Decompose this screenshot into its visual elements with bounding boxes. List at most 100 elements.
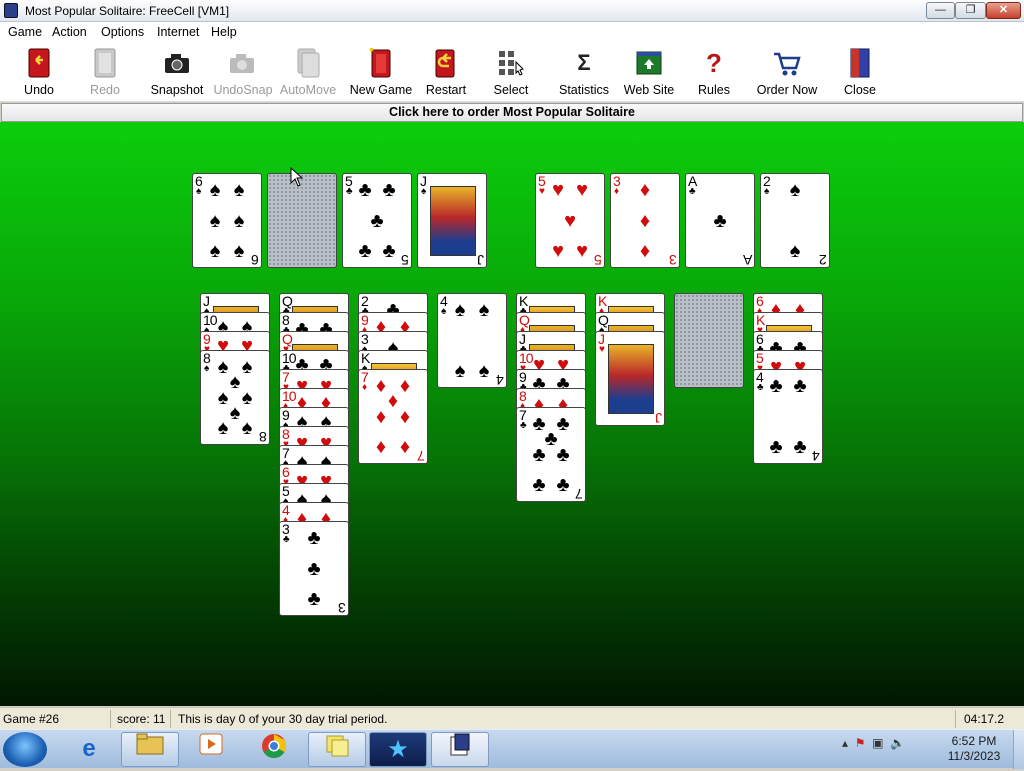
card-suit-icon: ♣	[689, 186, 696, 197]
suit-pip-icon: ♦	[399, 405, 411, 428]
card-rank-bottom: A	[743, 252, 752, 268]
card-suit-icon: ♣	[520, 420, 527, 431]
taskbar: e ★ ▴ ⚑ ▣ 🔈 6:52 PM 11/3/2023	[0, 729, 1024, 769]
free-cell-4[interactable]: J ♠ J	[417, 173, 487, 268]
suit-pip-icon: ♥	[564, 209, 576, 232]
card-rank-bottom: 7	[418, 448, 425, 464]
window-title: Most Popular Solitaire: FreeCell [VM1]	[25, 4, 230, 18]
game-board[interactable]: 6 ♠ ♠ ♠ ♠ ♠ ♠ ♠ 6 5 ♣ ♣ ♣ ♣ ♣ ♣ 5 J ♠ J 5 ♥ ♥ ♥ ♥ ♥ ♥ 5 3 ♦ ♦ ♦ ♦ 3 A ♣ ♣ A 2 ♠…	[0, 122, 1024, 706]
menu-options[interactable]: Options	[101, 25, 144, 39]
suit-pip-icon: ♣	[769, 374, 783, 397]
file-explorer-icon[interactable]	[121, 732, 179, 767]
select-button[interactable]: Select	[476, 46, 546, 100]
tableau-card[interactable]: 7 ♦ ♦ ♦ ♦ ♦ ♦ ♦ ♦ 7	[358, 369, 428, 464]
suit-pip-icon: ♠	[233, 240, 245, 263]
suit-pip-icon: ♣	[556, 443, 570, 466]
menu-internet[interactable]: Internet	[157, 25, 199, 39]
status-bar: Game #26 score: 11 This is day 0 of your…	[0, 707, 1024, 729]
card-rank-bottom: 4	[497, 372, 504, 388]
system-tray[interactable]: ▴ ⚑ ▣ 🔈	[842, 736, 905, 750]
shopping-cart-icon	[771, 48, 803, 80]
solitaire-taskbar-icon[interactable]	[431, 732, 489, 767]
media-player-icon[interactable]	[182, 732, 240, 767]
suit-pip-icon: ♠	[454, 360, 466, 383]
tableau-card[interactable]: 4 ♣ ♣ ♣ ♣ ♣ 4	[753, 369, 823, 464]
order-banner-button[interactable]: Click here to order Most Popular Solitai…	[1, 103, 1023, 122]
suit-pip-icon: ♠	[478, 360, 490, 383]
free-cell-2[interactable]	[267, 173, 337, 268]
tableau-card[interactable]: J ♥ J	[595, 331, 665, 426]
card-rank-bottom: 3	[670, 252, 677, 268]
suit-pip-icon: ♠	[209, 178, 221, 201]
close-button[interactable]: Close	[825, 46, 895, 100]
card-suit-icon: ♠	[441, 306, 447, 317]
suit-pip-icon: ♥	[552, 240, 564, 263]
suit-pip-icon: ♠	[217, 417, 229, 440]
foundation-1[interactable]: 5 ♥ ♥ ♥ ♥ ♥ ♥ 5	[535, 173, 605, 268]
undo-icon	[23, 48, 55, 80]
star-game-icon[interactable]: ★	[369, 732, 427, 767]
clock[interactable]: 6:52 PM 11/3/2023	[940, 734, 1008, 764]
minimize-button[interactable]: —	[926, 2, 955, 19]
card-rank-bottom: J	[478, 252, 484, 268]
start-button[interactable]	[3, 732, 47, 767]
score: score: 11	[117, 712, 166, 726]
suit-pip-icon: ♦	[639, 209, 651, 232]
suit-pip-icon: ♣	[532, 443, 546, 466]
game-number: Game #26	[3, 712, 60, 726]
card-suit-icon: ♥	[599, 344, 605, 355]
suit-pip-icon: ♣	[556, 474, 570, 497]
tableau-column-7-empty[interactable]	[674, 293, 744, 388]
suit-pip-icon: ♠	[241, 417, 253, 440]
automove-button[interactable]: AutoMove	[273, 46, 343, 100]
card-rank-bottom: 8	[260, 429, 267, 445]
show-desktop-button[interactable]	[1013, 730, 1024, 769]
tableau-card[interactable]: 7 ♣ ♣ ♣ ♣ ♣ ♣ ♣ ♣ 7	[516, 407, 586, 502]
suit-pip-icon: ♦	[639, 240, 651, 263]
suit-pip-icon: ♣	[358, 240, 372, 263]
suit-pip-icon: ♥	[576, 178, 588, 201]
action-center-icon[interactable]: ⚑	[855, 736, 866, 750]
card-suit-icon: ♦	[362, 382, 368, 393]
tableau-card[interactable]: 8 ♠ ♠ ♠ ♠ ♠ ♠ ♠ ♠ ♠ 8	[200, 350, 270, 445]
volume-muted-icon[interactable]: 🔈	[890, 736, 905, 750]
suit-pip-icon: ♣	[532, 474, 546, 497]
free-cell-3[interactable]: 5 ♣ ♣ ♣ ♣ ♣ ♣ 5	[342, 173, 412, 268]
card-suit-icon: ♠	[196, 186, 202, 197]
foundation-2[interactable]: 3 ♦ ♦ ♦ ♦ 3	[610, 173, 680, 268]
tableau-card[interactable]: 3 ♣ ♣ ♣ ♣ 3	[279, 521, 349, 616]
free-cell-1[interactable]: 6 ♠ ♠ ♠ ♠ ♠ ♠ ♠ 6	[192, 173, 262, 268]
chrome-icon[interactable]	[245, 732, 303, 767]
suit-pip-icon: ♠	[233, 178, 245, 201]
suit-pip-icon: ♥	[576, 240, 588, 263]
sigma-icon: Σ	[577, 50, 591, 75]
sticky-notes-icon[interactable]	[308, 732, 366, 767]
undosnap-icon	[227, 48, 259, 80]
card-suit-icon: ♠	[204, 363, 210, 374]
order-now-button[interactable]: Order Now	[752, 46, 822, 100]
card-rank-bottom: 2	[820, 252, 827, 268]
trial-message: This is day 0 of your 30 day trial perio…	[178, 712, 388, 726]
court-figure-icon	[608, 344, 654, 414]
new-game-icon	[365, 47, 397, 80]
suit-pip-icon: ♣	[793, 374, 807, 397]
menu-game[interactable]: Game	[8, 25, 42, 39]
close-window-button[interactable]: ✕	[986, 2, 1021, 19]
restore-button[interactable]: ❐	[955, 2, 986, 19]
suit-pip-icon: ♠	[233, 209, 245, 232]
app-icon[interactable]	[4, 3, 18, 18]
card-suit-icon: ♣	[346, 186, 353, 197]
menu-action[interactable]: Action	[52, 25, 87, 39]
tableau-card[interactable]: 4 ♠ ♠ ♠ ♠ ♠ 4	[437, 293, 507, 388]
redo-button[interactable]: Redo	[70, 46, 140, 100]
suit-pip-icon: ♦	[375, 436, 387, 459]
foundation-4[interactable]: 2 ♠ ♠ ♠ 2	[760, 173, 830, 268]
internet-explorer-icon[interactable]: e	[60, 732, 118, 767]
foundation-3[interactable]: A ♣ ♣ A	[685, 173, 755, 268]
suit-pip-icon: ♣	[382, 178, 396, 201]
card-suit-icon: ♠	[764, 186, 770, 197]
rules-button[interactable]: ? Rules	[679, 46, 749, 100]
menu-help[interactable]: Help	[211, 25, 237, 39]
card-suit-icon: ♣	[757, 382, 764, 393]
network-icon[interactable]: ▣	[872, 736, 883, 750]
